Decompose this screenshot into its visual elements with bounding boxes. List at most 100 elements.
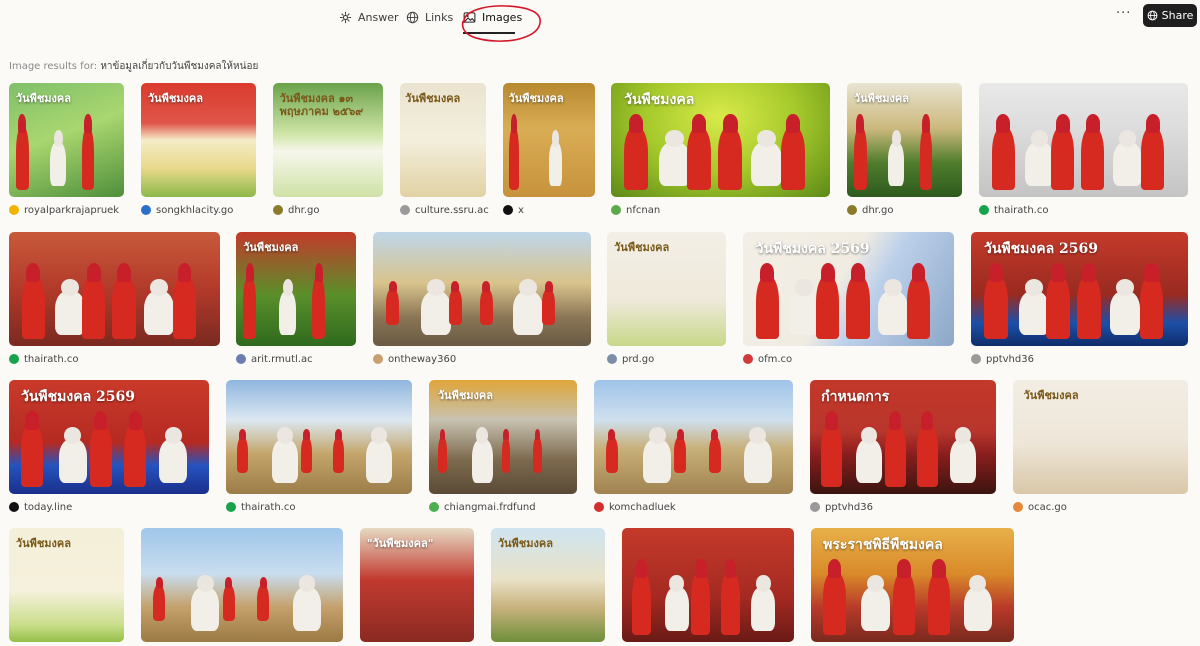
image-result-thumbnail[interactable]: [9, 232, 220, 346]
image-result-thumbnail[interactable]: วันพืชมงคล: [847, 83, 962, 197]
person-figure: [81, 113, 95, 191]
ox-figure: [856, 427, 883, 483]
image-result-thumbnail[interactable]: วันพืชมงคล ๑๓ พฤษภาคม ๒๕๖๙: [273, 83, 383, 197]
person-figure: [501, 428, 511, 474]
image-source-link[interactable]: ontheway360: [373, 352, 456, 366]
image-result-thumbnail[interactable]: "วันพืชมงคล": [360, 528, 474, 642]
ox-figure: [878, 279, 908, 335]
image-result-thumbnail[interactable]: วันพืชมงคล: [400, 83, 486, 197]
image-result-thumbnail[interactable]: วันพืชมงคล: [236, 232, 356, 346]
image-source-link[interactable]: pptvhd36: [971, 352, 1034, 366]
more-options-icon[interactable]: ···: [1116, 6, 1131, 21]
ox-figure: [1024, 130, 1055, 186]
image-source-link[interactable]: dhr.go: [273, 203, 320, 217]
sparkle-icon: [339, 11, 352, 23]
image-source-link[interactable]: prd.go: [607, 352, 654, 366]
source-label: ofm.co: [758, 353, 793, 365]
ox-figure: [159, 427, 188, 483]
person-figure: [89, 410, 112, 488]
person-figure: [1051, 113, 1075, 191]
share-button[interactable]: Share: [1143, 4, 1197, 27]
image-result-thumbnail[interactable]: วันพืชมงคล: [607, 232, 726, 346]
person-figure: [312, 262, 326, 340]
image-result-thumbnail[interactable]: วันพืชมงคล: [141, 83, 256, 197]
image-result-thumbnail[interactable]: [141, 528, 343, 642]
ox-figure: [191, 575, 220, 631]
ox-figure: [888, 130, 905, 186]
image-result-thumbnail[interactable]: วันพืชมงคล: [491, 528, 605, 642]
image-result-thumbnail[interactable]: [622, 528, 794, 642]
image-result-thumbnail[interactable]: วันพืชมงคล 2569: [9, 380, 209, 494]
source-label: chiangmai.frdfund: [444, 501, 536, 513]
image-result-thumbnail[interactable]: วันพืชมงคล: [1013, 380, 1188, 494]
thumbnail-caption: วันพืชมงคล: [243, 241, 299, 255]
image-source-link[interactable]: pptvhd36: [810, 500, 873, 514]
annotation-circle: [461, 5, 541, 42]
source-label: dhr.go: [288, 204, 320, 216]
site-favicon-icon: [611, 205, 621, 215]
person-figure: [691, 558, 711, 636]
person-figure: [927, 558, 951, 636]
image-result-thumbnail[interactable]: วันพืชมงคล: [9, 83, 124, 197]
person-figure: [624, 113, 649, 191]
person-figure: [301, 428, 313, 474]
image-result-thumbnail[interactable]: วันพืชมงคล: [611, 83, 830, 197]
person-figure: [991, 113, 1015, 191]
ox-figure: [55, 279, 85, 335]
image-source-link[interactable]: thairath.co: [9, 352, 78, 366]
image-result-thumbnail[interactable]: วันพืชมงคล: [429, 380, 577, 494]
site-favicon-icon: [236, 354, 246, 364]
site-favicon-icon: [273, 205, 283, 215]
image-source-link[interactable]: culture.ssru.ac: [400, 203, 489, 217]
image-result-thumbnail[interactable]: วันพืชมงคล: [9, 528, 124, 642]
source-label: pptvhd36: [825, 501, 873, 513]
image-result-thumbnail[interactable]: พระราชพิธีพืชมงคล: [811, 528, 1014, 642]
image-source-link[interactable]: thairath.co: [979, 203, 1048, 217]
share-label: Share: [1161, 9, 1194, 22]
image-source-link[interactable]: thairath.co: [226, 500, 295, 514]
person-figure: [124, 410, 147, 488]
image-source-link[interactable]: x: [503, 203, 524, 217]
image-source-link[interactable]: nfcnan: [611, 203, 660, 217]
globe-icon: [406, 11, 419, 23]
person-figure: [542, 280, 556, 326]
image-source-link[interactable]: chiangmai.frdfund: [429, 500, 536, 514]
image-source-link[interactable]: dhr.go: [847, 203, 894, 217]
image-source-link[interactable]: songkhlacity.go: [141, 203, 233, 217]
person-figure: [1046, 262, 1071, 340]
image-result-thumbnail[interactable]: วันพืชมงคล: [503, 83, 595, 197]
ox-figure: [420, 279, 452, 335]
thumbnail-caption: พระราชพิธีพืชมงคล: [823, 537, 943, 554]
image-result-thumbnail[interactable]: วันพืชมงคล 2569: [971, 232, 1188, 346]
ox-figure: [751, 575, 776, 631]
site-favicon-icon: [9, 354, 19, 364]
thumbnail-caption: วันพืชมงคล: [147, 92, 204, 106]
source-label: x: [518, 204, 524, 216]
site-favicon-icon: [400, 205, 410, 215]
person-figure: [816, 262, 840, 340]
source-label: ocac.go: [1028, 501, 1067, 513]
image-source-link[interactable]: ocac.go: [1013, 500, 1067, 514]
ox-figure: [664, 575, 689, 631]
image-source-link[interactable]: ofm.co: [743, 352, 792, 366]
image-source-link[interactable]: today.line: [9, 500, 72, 514]
source-label: pptvhd36: [986, 353, 1034, 365]
image-source-link[interactable]: komchadluek: [594, 500, 676, 514]
person-figure: [1081, 113, 1105, 191]
source-label: ontheway360: [388, 353, 457, 365]
image-result-thumbnail[interactable]: [373, 232, 591, 346]
image-result-thumbnail[interactable]: [594, 380, 793, 494]
person-figure: [172, 262, 197, 340]
image-source-link[interactable]: royalparkrajapruek: [9, 203, 119, 217]
tab-answer-label: Answer: [358, 10, 399, 24]
tab-answer[interactable]: Answer: [339, 8, 399, 26]
image-source-link[interactable]: arit.rmutl.ac: [236, 352, 313, 366]
image-result-thumbnail[interactable]: [979, 83, 1188, 197]
source-label: arit.rmutl.ac: [251, 353, 313, 365]
tab-links[interactable]: Links: [406, 8, 453, 26]
source-label: royalparkrajapruek: [24, 204, 120, 216]
image-result-thumbnail[interactable]: [226, 380, 412, 494]
image-result-thumbnail[interactable]: กำหนดการ: [810, 380, 996, 494]
image-result-thumbnail[interactable]: วันพืชมงคล 2569: [743, 232, 954, 346]
ox-figure: [279, 279, 296, 335]
